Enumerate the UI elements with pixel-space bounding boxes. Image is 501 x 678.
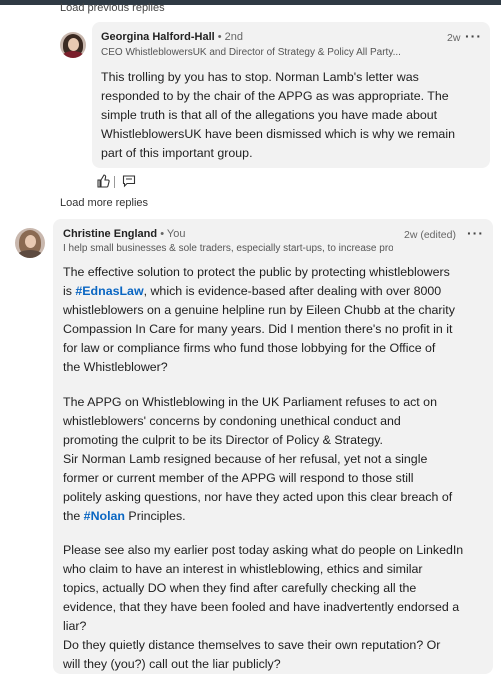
comment-paragraph-1: The effective solution to protect the pu… [63,263,488,377]
comment-line: promoting the culprit to be its Director… [63,433,383,447]
text-segment: is [63,284,76,298]
comment-line: politely asking questions, nor have they… [63,490,453,504]
comment-line: for law or compliance firms who fund tho… [63,341,436,355]
comment-line: whistleblowers on a genuine helpline run… [63,303,455,317]
comment-line: liar? [63,619,87,633]
text-segment: the [63,509,84,523]
reply-timestamp: 2w [447,32,461,44]
reply-author-name[interactable]: Georgina Halford-Hall [101,31,215,43]
comment-line: who claim to have an interest in whistle… [63,562,423,576]
comment-timestamp: 2w (edited) [404,229,456,241]
reply-line: responded to by the chair of the APPG as… [101,89,449,103]
comment-line: the Whistleblower? [63,360,168,374]
comment-line: The APPG on Whistleblowing in the UK Par… [63,395,437,409]
comment-author[interactable]: Christine England • You [63,228,185,240]
text-segment: Principles. [124,509,186,523]
avatar[interactable] [60,32,86,58]
action-divider [114,176,115,188]
comment-line: Compassion In Care for many years. Did I… [63,322,453,336]
hashtag-link[interactable]: #EdnasLaw [75,284,143,298]
reply-line: part of this important group. [101,146,253,160]
connection-degree: • 2nd [217,31,244,43]
comment-line: the #Nolan Principles. [63,507,488,526]
comment-line: The effective solution to protect the pu… [63,265,450,279]
comment-line: evidence, that they have been fooled and… [63,600,460,614]
comment-icon[interactable] [122,174,136,193]
comment-line: topics, actually DO when they find after… [63,581,417,595]
reply-line: WhistleblowersUK have been dismissed whi… [101,127,455,141]
comment-line: Please see also my earlier post today as… [63,543,464,557]
ellipsis-icon[interactable]: ··· [467,225,484,241]
comment-headline: I help small businesses & sole traders, … [63,243,393,254]
thumbs-up-icon[interactable] [96,174,110,193]
reply-text: This trolling by you has to stop. Norman… [101,68,486,163]
load-previous-replies[interactable]: Load previous replies [60,2,165,14]
comment-line: Sir Norman Lamb resigned because of her … [63,452,428,466]
comment-author-name[interactable]: Christine England [63,228,157,240]
comment-line: Do they quietly distance themselves to s… [63,638,441,652]
reply-author[interactable]: Georgina Halford-Hall • 2nd [101,31,243,43]
comment-line: will they (you?) call out the liar publi… [63,657,281,671]
reply-line: This trolling by you has to stop. Norman… [101,70,419,84]
comment-line: whistleblowers' concerns by condoning un… [63,414,401,428]
reply-bubble: Georgina Halford-Hall • 2nd CEO Whistleb… [92,22,490,168]
comment-bubble: Christine England • You I help small bus… [53,219,493,674]
comment-line: is #EdnasLaw, which is evidence-based af… [63,282,488,301]
reply-line: simple truth is that all of the allegati… [101,108,438,122]
ellipsis-icon[interactable]: ··· [465,28,482,44]
comment-paragraph-3: Please see also my earlier post today as… [63,541,488,674]
avatar[interactable] [15,228,45,258]
load-more-replies[interactable]: Load more replies [60,197,148,209]
hashtag-link[interactable]: #Nolan [84,509,125,523]
you-label: • You [160,228,186,240]
text-segment: , which is evidence-based after dealing … [143,284,442,298]
comment-paragraph-2: The APPG on Whistleblowing in the UK Par… [63,393,488,526]
comment-line: former or current member of the APPG wil… [63,471,414,485]
reply-headline: CEO WhistleblowersUK and Director of Str… [101,47,401,58]
